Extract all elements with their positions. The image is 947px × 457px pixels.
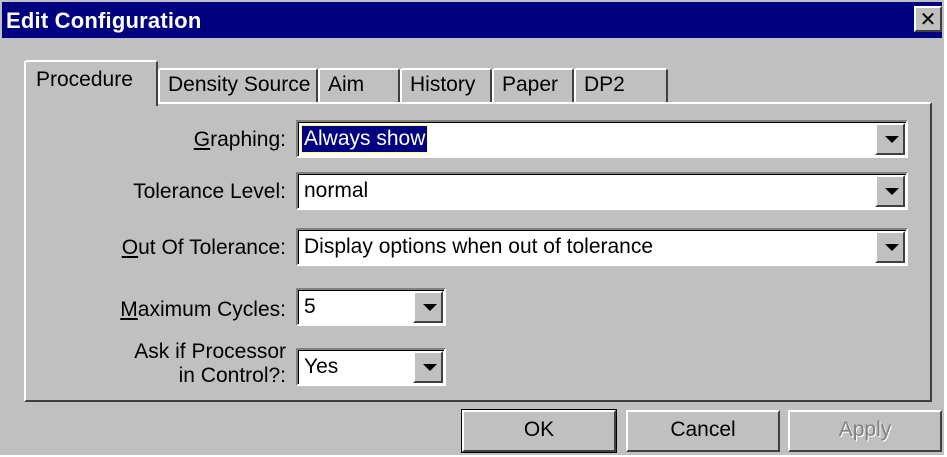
tab-dp2[interactable]: DP2: [574, 68, 668, 104]
tab-procedure[interactable]: Procedure: [24, 60, 158, 106]
ok-button[interactable]: OK: [461, 409, 617, 453]
cancel-button[interactable]: Cancel: [626, 410, 780, 452]
apply-button[interactable]: Apply: [788, 410, 942, 452]
tab-aim[interactable]: Aim: [318, 68, 400, 104]
dialog-title: Edit Configuration: [6, 8, 202, 33]
tab-paper[interactable]: Paper: [492, 68, 574, 104]
tab-density-source[interactable]: Density Source: [158, 68, 318, 104]
title-bar[interactable]: Edit Configuration ✕: [2, 2, 942, 38]
tab-history[interactable]: History: [400, 68, 492, 104]
close-icon: ✕: [919, 7, 937, 31]
close-button[interactable]: ✕: [914, 6, 942, 32]
edit-configuration-dialog: Edit Configuration ✕ Procedure Density S…: [0, 0, 944, 455]
procedure-panel: [24, 102, 932, 402]
